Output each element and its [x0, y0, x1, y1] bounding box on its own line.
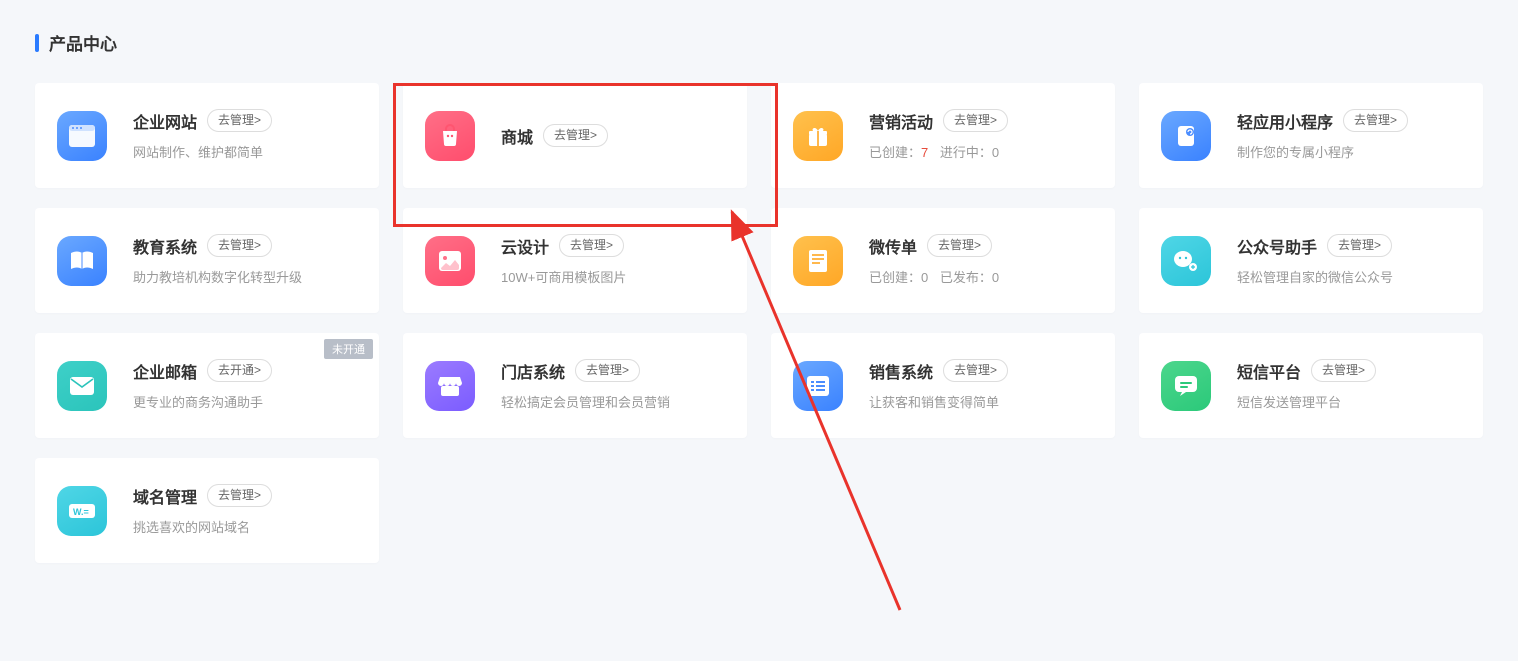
manage-button[interactable]: 去管理>: [927, 234, 992, 257]
card-title: 企业网站: [133, 109, 197, 133]
manage-button[interactable]: 去管理>: [943, 359, 1008, 382]
product-center-section: 产品中心 企业网站 去管理> 网站制作、维护都简单 商城: [0, 0, 1518, 593]
card-desc: 让获客和销售变得简单: [869, 393, 1093, 413]
card-title: 商城: [501, 124, 533, 148]
manage-button[interactable]: 去管理>: [1327, 234, 1392, 257]
section-accent-bar: [35, 34, 39, 52]
card-title: 轻应用小程序: [1237, 109, 1333, 133]
book-icon: [57, 236, 107, 286]
card-desc: 10W+可商用模板图片: [501, 268, 725, 288]
card-desc: 短信发送管理平台: [1237, 393, 1461, 413]
card-cloud-design[interactable]: 云设计 去管理> 10W+可商用模板图片: [403, 208, 747, 313]
created-count: 7: [921, 145, 928, 160]
card-sales[interactable]: 销售系统 去管理> 让获客和销售变得简单: [771, 333, 1115, 438]
store-icon: [425, 361, 475, 411]
card-title: 门店系统: [501, 359, 565, 383]
card-desc: 挑选喜欢的网站域名: [133, 518, 357, 538]
wechat-icon: [1161, 236, 1211, 286]
card-mall[interactable]: 商城 去管理>: [403, 83, 747, 188]
not-open-badge: 未开通: [324, 339, 373, 359]
published-count: 0: [992, 270, 999, 285]
card-title: 云设计: [501, 234, 549, 258]
gift-icon: [793, 111, 843, 161]
mail-icon: [57, 361, 107, 411]
manage-button[interactable]: 去管理>: [943, 109, 1008, 132]
manage-button[interactable]: 去管理>: [207, 109, 272, 132]
card-desc: 制作您的专属小程序: [1237, 143, 1461, 163]
card-title: 教育系统: [133, 234, 197, 258]
miniapp-icon: [1161, 111, 1211, 161]
card-desc: 轻松搞定会员管理和会员营销: [501, 393, 725, 413]
card-title: 微传单: [869, 234, 917, 258]
card-marketing[interactable]: 营销活动 去管理> 已创建：7 进行中：0: [771, 83, 1115, 188]
card-desc: 更专业的商务沟通助手: [133, 393, 357, 413]
card-title: 域名管理: [133, 484, 197, 508]
created-label: 已创建：: [869, 145, 921, 160]
manage-button[interactable]: 去管理>: [1343, 109, 1408, 132]
published-label: 已发布：: [940, 270, 992, 285]
card-desc: 网站制作、维护都简单: [133, 143, 357, 163]
card-title: 营销活动: [869, 109, 933, 133]
card-desc: 已创建：7 进行中：0: [869, 143, 1093, 163]
image-icon: [425, 236, 475, 286]
open-button[interactable]: 去开通>: [207, 359, 272, 382]
inprogress-count: 0: [992, 145, 999, 160]
card-email[interactable]: 未开通 企业邮箱 去开通> 更专业的商务沟通助手: [35, 333, 379, 438]
card-title: 企业邮箱: [133, 359, 197, 383]
created-label: 已创建：: [869, 270, 921, 285]
product-grid: 企业网站 去管理> 网站制作、维护都简单 商城 去管理>: [35, 83, 1483, 563]
manage-button[interactable]: 去管理>: [207, 484, 272, 507]
section-title-text: 产品中心: [49, 30, 117, 55]
card-title: 销售系统: [869, 359, 933, 383]
card-title: 公众号助手: [1237, 234, 1317, 258]
window-icon: [57, 111, 107, 161]
card-desc: 轻松管理自家的微信公众号: [1237, 268, 1461, 288]
manage-button[interactable]: 去管理>: [575, 359, 640, 382]
section-header: 产品中心: [35, 30, 1483, 55]
domain-icon: W.=: [57, 486, 107, 536]
card-sms[interactable]: 短信平台 去管理> 短信发送管理平台: [1139, 333, 1483, 438]
shopping-bag-icon: [425, 111, 475, 161]
card-store[interactable]: 门店系统 去管理> 轻松搞定会员管理和会员营销: [403, 333, 747, 438]
manage-button[interactable]: 去管理>: [559, 234, 624, 257]
card-flyer[interactable]: 微传单 去管理> 已创建：0 已发布：0: [771, 208, 1115, 313]
manage-button[interactable]: 去管理>: [543, 124, 608, 147]
chat-icon: [1161, 361, 1211, 411]
card-education[interactable]: 教育系统 去管理> 助力教培机构数字化转型升级: [35, 208, 379, 313]
card-desc: 已创建：0 已发布：0: [869, 268, 1093, 288]
manage-button[interactable]: 去管理>: [207, 234, 272, 257]
card-wechat-helper[interactable]: 公众号助手 去管理> 轻松管理自家的微信公众号: [1139, 208, 1483, 313]
card-miniapp[interactable]: 轻应用小程序 去管理> 制作您的专属小程序: [1139, 83, 1483, 188]
card-enterprise-site[interactable]: 企业网站 去管理> 网站制作、维护都简单: [35, 83, 379, 188]
card-domain[interactable]: W.= 域名管理 去管理> 挑选喜欢的网站域名: [35, 458, 379, 563]
card-title: 短信平台: [1237, 359, 1301, 383]
list-icon: [793, 361, 843, 411]
created-count: 0: [921, 270, 928, 285]
inprogress-label: 进行中：: [940, 145, 992, 160]
manage-button[interactable]: 去管理>: [1311, 359, 1376, 382]
svg-text:W.=: W.=: [73, 507, 89, 517]
page-icon: [793, 236, 843, 286]
card-desc: 助力教培机构数字化转型升级: [133, 268, 357, 288]
